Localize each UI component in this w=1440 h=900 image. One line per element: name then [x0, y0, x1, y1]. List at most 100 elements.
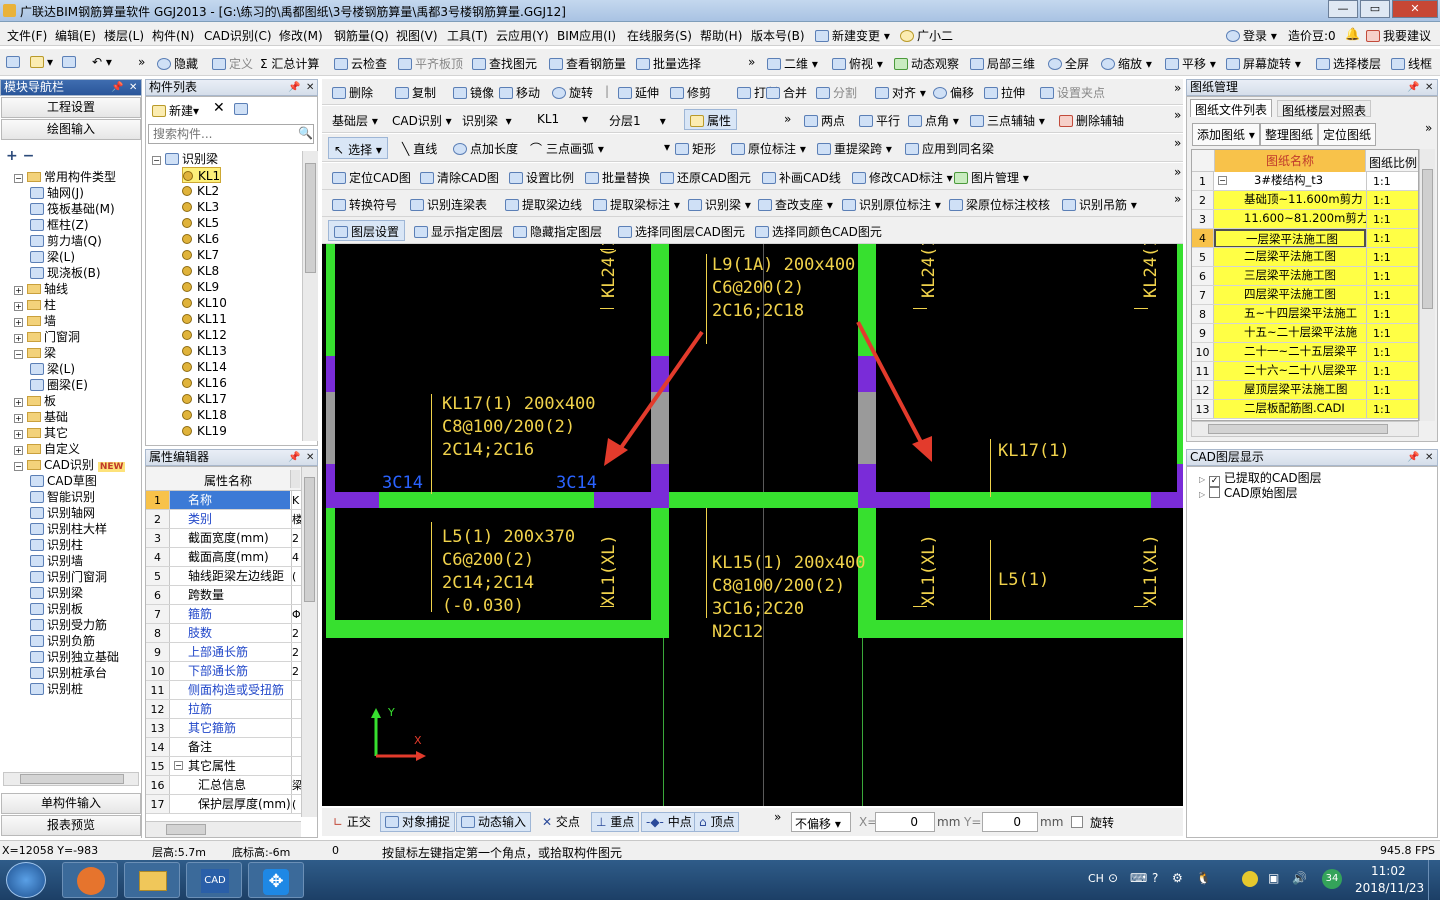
- ortho-toggle[interactable]: ∟ 正交: [328, 812, 376, 832]
- pin-icon[interactable]: 📌: [1407, 80, 1419, 95]
- floor-select[interactable]: 基础层 ▾: [332, 112, 378, 129]
- extract-beam-mark-button[interactable]: 提取梁标注 ▾: [593, 196, 680, 213]
- nav-tree-item[interactable]: 识别桩承台: [30, 665, 107, 681]
- 2d-button[interactable]: 二维 ▾: [767, 55, 818, 72]
- search-icon[interactable]: 🔍: [298, 126, 313, 140]
- menu-assistant[interactable]: 广小二: [900, 27, 953, 44]
- property-row[interactable]: 12 拉筋: [146, 700, 301, 719]
- expand-icon[interactable]: +: [14, 414, 23, 423]
- close-icon[interactable]: ✕: [306, 80, 314, 95]
- select-button[interactable]: ↖ 选择 ▾: [328, 137, 388, 159]
- component-item[interactable]: KL17: [182, 391, 227, 407]
- select-same-color-button[interactable]: 选择同颜色CAD图元: [755, 223, 882, 240]
- nav-tree-item[interactable]: 现浇板(B): [30, 265, 101, 281]
- close-icon[interactable]: ✕: [306, 450, 314, 465]
- component-item[interactable]: KL18: [182, 407, 227, 423]
- align-button[interactable]: 对齐 ▾: [875, 84, 926, 101]
- expand-arrow-icon[interactable]: ▷: [1199, 490, 1205, 499]
- property-row[interactable]: 10 下部通长筋 2: [146, 662, 301, 681]
- close-icon[interactable]: ✕: [1425, 450, 1433, 465]
- property-value[interactable]: (: [291, 567, 301, 585]
- more-toolbar-button[interactable]: »: [1174, 192, 1181, 206]
- tray-app-icon[interactable]: [1242, 871, 1258, 887]
- property-value[interactable]: [291, 719, 301, 737]
- batch-replace-button[interactable]: 批量替换: [585, 169, 650, 186]
- more-snap-button[interactable]: »: [774, 810, 781, 824]
- expand-icon[interactable]: +: [14, 398, 23, 407]
- drawing-row[interactable]: 7 四层梁平法施工图 1:1: [1192, 286, 1418, 305]
- collapse-icon[interactable]: −: [14, 462, 23, 471]
- menu-cloud[interactable]: 云应用(Y): [496, 27, 549, 44]
- property-value[interactable]: 2: [291, 529, 301, 547]
- calc-button[interactable]: Σ 汇总计算: [260, 55, 319, 72]
- menu-cad[interactable]: CAD识别(C): [204, 27, 272, 44]
- select-floor-button[interactable]: 选择楼层: [1316, 55, 1381, 72]
- property-row[interactable]: 14 备注: [146, 738, 301, 757]
- props-scrollbar[interactable]: [301, 467, 317, 817]
- locate-cad-button[interactable]: 定位CAD图: [332, 169, 411, 186]
- component-item[interactable]: KL2: [182, 183, 219, 199]
- component-item[interactable]: KL19: [182, 423, 227, 439]
- expand-all-icon[interactable]: + −: [6, 148, 34, 164]
- nav-tree-item[interactable]: + 柱: [14, 297, 56, 313]
- pin-icon[interactable]: 📌: [111, 80, 123, 95]
- recognize-link-beam-button[interactable]: 识别连梁表: [410, 196, 487, 213]
- nav-tree-item[interactable]: 识别板: [30, 601, 83, 617]
- more-toolbar-button[interactable]: »: [748, 55, 755, 69]
- drawing-row[interactable]: 8 五~十四层梁平法施工 1:1: [1192, 305, 1418, 324]
- offset-select[interactable]: 不偏移 ▾: [791, 812, 851, 832]
- layer-original[interactable]: ▷ CAD原始图层: [1199, 484, 1298, 501]
- arc-button[interactable]: ⌒ 三点画弧 ▾: [530, 140, 604, 157]
- more-toolbar-button[interactable]: »: [1174, 81, 1181, 95]
- find-element-button[interactable]: 查找图元: [472, 55, 537, 72]
- property-value[interactable]: 2: [291, 643, 301, 661]
- tab-drawing-files[interactable]: 图纸文件列表: [1190, 99, 1273, 117]
- drawing-row[interactable]: 2 基础顶~11.600m剪力 1:1: [1192, 191, 1418, 210]
- collapse-icon[interactable]: −: [152, 156, 161, 165]
- property-row[interactable]: 3 截面宽度(mm) 2: [146, 529, 301, 548]
- taskbar-app-explorer[interactable]: [124, 862, 180, 898]
- report-preview-button[interactable]: 报表预览: [1, 815, 141, 836]
- clock-time[interactable]: 11:02: [1371, 864, 1406, 878]
- property-row[interactable]: 11 侧面构造或受扭筋: [146, 681, 301, 700]
- delete-button[interactable]: 删除: [332, 84, 373, 101]
- component-item[interactable]: KL6: [182, 231, 219, 247]
- drawing-row[interactable]: 11 二十六~二十八层梁平 1:1: [1192, 362, 1418, 381]
- nav-tree-item[interactable]: − CAD识别 NEW: [14, 457, 126, 473]
- property-value[interactable]: 梁: [291, 776, 301, 794]
- component-item[interactable]: KL12: [182, 327, 227, 343]
- ime-lang[interactable]: CH: [1088, 872, 1104, 885]
- nav-tree-item[interactable]: 识别柱: [30, 537, 83, 553]
- modify-cad-mark-button[interactable]: 修改CAD标注 ▾: [852, 169, 953, 186]
- expand-arrow-icon[interactable]: ▷: [1199, 475, 1205, 484]
- component-item[interactable]: KL3: [182, 199, 219, 215]
- drawing-row[interactable]: 10 二十一~二十五层梁平 1:1: [1192, 343, 1418, 362]
- hide-button[interactable]: 隐藏: [157, 55, 198, 72]
- add-drawing-button[interactable]: 添加图纸 ▾: [1192, 123, 1260, 146]
- suggest-button[interactable]: 我要建议: [1366, 27, 1431, 44]
- property-value[interactable]: [291, 738, 301, 756]
- view-rebar-button[interactable]: 查看钢筋量: [549, 55, 626, 72]
- delete-component-icon[interactable]: ✕: [213, 100, 225, 116]
- menu-file[interactable]: 文件(F): [7, 27, 47, 44]
- rotate-checkbox[interactable]: [1071, 816, 1083, 828]
- property-row[interactable]: 4 截面高度(mm) 4: [146, 548, 301, 567]
- component-item[interactable]: KL11: [182, 311, 227, 327]
- two-point-button[interactable]: 两点: [804, 112, 845, 129]
- property-value[interactable]: Φ: [291, 605, 301, 623]
- tray-badge[interactable]: 34: [1322, 869, 1342, 889]
- recognize-hanger-button[interactable]: 识别吊筋 ▾: [1062, 196, 1137, 213]
- maximize-button[interactable]: ▭: [1360, 0, 1390, 18]
- property-value[interactable]: [291, 586, 301, 604]
- comp-select[interactable]: KL1 ▾: [537, 112, 588, 126]
- nav-tree-item[interactable]: 识别墙: [30, 553, 83, 569]
- nav-tree-item[interactable]: 识别梁: [30, 585, 83, 601]
- mirror-button[interactable]: 镜像: [453, 84, 494, 101]
- props-hscroll[interactable]: [146, 821, 301, 837]
- show-layer-button[interactable]: 显示指定图层: [414, 223, 503, 240]
- local-3d-button[interactable]: 局部三维: [970, 55, 1035, 72]
- more-toolbar-button[interactable]: »: [784, 112, 791, 126]
- cad-mode-select[interactable]: CAD识别 ▾: [392, 112, 452, 129]
- nav-tree-item[interactable]: 梁(L): [30, 361, 75, 377]
- cad-canvas[interactable]: KL24(1 KL24(1 KL24(1 L9(1A) 200x400 C6@2…: [322, 244, 1183, 806]
